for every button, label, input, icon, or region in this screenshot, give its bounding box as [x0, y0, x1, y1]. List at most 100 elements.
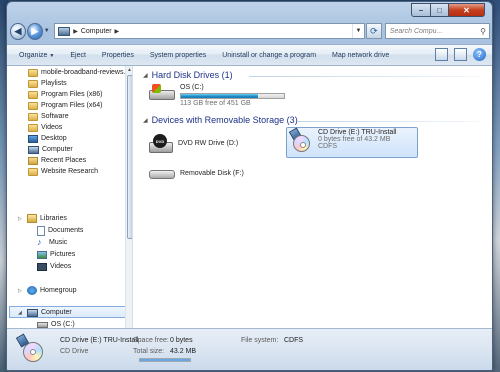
organize-label: Organize	[19, 51, 48, 59]
group-title: Hard Disk Drives (1)	[151, 70, 233, 80]
nav-item-computer-fav[interactable]: Computer	[28, 144, 73, 155]
command-bar: Organize ▼ Eject Properties System proper…	[7, 44, 492, 66]
expand-homegroup-icon[interactable]: ▷	[18, 288, 22, 294]
drive-os-c[interactable]: OS (C:) 113 GB free of 451 GB	[149, 84, 285, 107]
folder-icon	[28, 68, 38, 77]
drive-space: 113 GB free of 451 GB	[180, 100, 251, 107]
nav-scrollbar[interactable]: ▲	[125, 66, 132, 328]
cd-drive-icon	[15, 333, 44, 363]
nav-item-label: Desktop	[41, 135, 67, 142]
recent-places-icon	[28, 156, 38, 165]
nav-item-label: Homegroup	[40, 287, 77, 294]
file-system-label: File system:	[241, 337, 279, 344]
group-title: Devices with Removable Storage (3)	[151, 115, 298, 125]
nav-item-label: Pictures	[50, 251, 76, 258]
documents-icon	[37, 225, 45, 236]
help-icon[interactable]: ?	[473, 48, 486, 61]
address-history-dropdown[interactable]: ▼	[351, 24, 364, 38]
drive-cd-e[interactable]: CD Drive (E:) TRU-Install 0 bytes free o…	[288, 127, 396, 153]
collapse-group-icon[interactable]: ◢	[143, 117, 148, 124]
refresh-button[interactable]: ⟳	[365, 23, 382, 39]
recent-pages-dropdown[interactable]: ▼	[44, 28, 51, 34]
address-row: ◀ ▶ ▼ ▶ Computer ▶ ▼ ⟳ Search Compu... ⚲	[10, 21, 490, 41]
hard-disk-group-header[interactable]: ◢ Hard Disk Drives (1)	[143, 70, 233, 80]
nav-item-homegroup[interactable]: Homegroup	[27, 285, 77, 296]
scroll-up-icon[interactable]: ▲	[126, 66, 132, 74]
navigation-pane: mobile-broadband-reviews.c Playlists Pro…	[7, 66, 133, 328]
nav-item-videos-fav[interactable]: Videos	[28, 122, 62, 133]
nav-item-label: Computer	[42, 146, 73, 153]
nav-item-label: Program Files (x64)	[41, 102, 103, 109]
removable-group-header[interactable]: ◢ Devices with Removable Storage (3)	[143, 115, 298, 125]
eject-button[interactable]: Eject	[70, 52, 86, 59]
cd-drive-icon	[288, 127, 313, 153]
nav-item-label: Playlists	[41, 80, 67, 87]
dvd-drive-icon: DVD	[149, 134, 173, 156]
nav-item-label: Computer	[41, 309, 72, 316]
address-computer-crumb[interactable]: Computer	[81, 28, 112, 35]
system-properties-button[interactable]: System properties	[150, 52, 206, 59]
nav-item-label: Recent Places	[41, 157, 87, 164]
nav-item-recent-places[interactable]: Recent Places	[28, 155, 86, 166]
maximize-button[interactable]: □	[431, 3, 449, 17]
nav-item-label: Libraries	[40, 215, 67, 222]
close-button[interactable]: ✕	[449, 3, 485, 17]
nav-item-website-research[interactable]: Website Research	[28, 166, 98, 177]
file-system-value: CDFS	[284, 337, 304, 344]
group-divider	[297, 121, 479, 122]
forward-button[interactable]: ▶	[26, 22, 43, 40]
dvd-logo: DVD	[153, 134, 167, 148]
nav-item-mobile-broadband[interactable]: mobile-broadband-reviews.c	[28, 67, 129, 78]
pictures-icon	[37, 250, 47, 259]
nav-item-os-c[interactable]: OS (C:)	[37, 319, 75, 328]
homegroup-icon	[27, 286, 37, 295]
chevron-right-icon[interactable]: ▶	[73, 28, 78, 35]
minimize-button[interactable]: –	[411, 3, 431, 17]
nav-item-playlists[interactable]: Playlists	[28, 78, 67, 89]
details-item-name: CD Drive (E:) TRU-Install	[60, 337, 139, 344]
nav-item-label: Documents	[48, 227, 84, 234]
search-input[interactable]: Search Compu... ⚲	[384, 23, 490, 39]
computer-icon	[58, 26, 71, 36]
nav-item-program-files-x64[interactable]: Program Files (x64)	[28, 100, 102, 111]
collapse-computer-icon[interactable]: ◢	[18, 310, 22, 316]
properties-button[interactable]: Properties	[102, 52, 134, 59]
nav-item-label: Music	[49, 239, 68, 246]
uninstall-program-button[interactable]: Uninstall or change a program	[222, 52, 316, 59]
libraries-icon	[27, 214, 37, 223]
drive-dvd-d[interactable]: DVD DVD RW Drive (D:)	[149, 134, 238, 156]
details-capacity-bar	[139, 358, 191, 362]
change-view-icon[interactable]	[435, 48, 448, 61]
address-bar[interactable]: ▶ Computer ▶ ▼	[54, 23, 365, 39]
music-icon: ♪	[37, 237, 42, 247]
nav-item-label: Software	[41, 113, 69, 120]
nav-item-pictures[interactable]: Pictures	[37, 249, 75, 260]
nav-item-software[interactable]: Software	[28, 111, 69, 122]
nav-item-program-files-x86[interactable]: Program Files (x86)	[28, 89, 102, 100]
nav-item-documents[interactable]: Documents	[37, 225, 83, 236]
nav-item-computer[interactable]: Computer	[27, 307, 72, 318]
map-network-drive-button[interactable]: Map network drive	[332, 52, 389, 59]
collapse-group-icon[interactable]: ◢	[143, 72, 148, 79]
back-button[interactable]: ◀	[10, 22, 26, 40]
nav-item-desktop[interactable]: Desktop	[28, 133, 67, 144]
drive-removable-f[interactable]: Removable Disk (F:)	[149, 167, 244, 181]
nav-item-videos-lib[interactable]: Videos	[37, 261, 71, 272]
nav-item-label: Videos	[41, 124, 63, 131]
nav-item-music[interactable]: ♪ Music	[37, 237, 67, 248]
folder-icon	[28, 101, 38, 110]
chevron-right-icon[interactable]: ▶	[115, 28, 120, 35]
expand-libraries-icon[interactable]: ▷	[18, 216, 22, 222]
caption-buttons: – □ ✕	[411, 3, 485, 17]
nav-item-libraries[interactable]: Libraries	[27, 213, 67, 224]
folder-icon	[28, 123, 38, 132]
preview-pane-icon[interactable]	[454, 48, 467, 61]
computer-icon	[28, 145, 39, 154]
videos-icon	[37, 262, 47, 271]
organize-menu[interactable]: Organize ▼	[19, 52, 54, 59]
explorer-window: – □ ✕ ◀ ▶ ▼ ▶ Computer ▶ ▼ ⟳ Search Comp…	[6, 1, 493, 371]
nav-item-label: Videos	[50, 263, 72, 270]
space-free-value: 0 bytes	[170, 337, 193, 344]
computer-icon	[27, 308, 38, 317]
drive-name: Removable Disk (F:)	[180, 170, 244, 177]
